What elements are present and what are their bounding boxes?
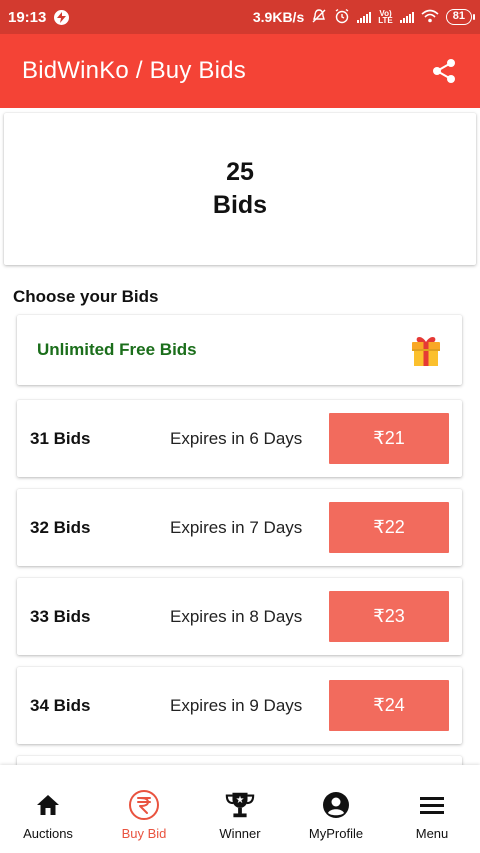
package-expiry: Expires in 9 Days [170,695,303,715]
nav-item-myprofile[interactable]: MyProfile [288,765,384,853]
wifi-icon [421,9,439,26]
package-name: 33 Bids [30,606,91,626]
package-expiry: Expires in 7 Days [170,517,303,537]
network-speed: 3.9KB/s [252,9,305,25]
package-name: 34 Bids [30,695,91,715]
nav-item-menu[interactable]: Menu [384,765,480,853]
package-name: 32 Bids [30,517,91,537]
trophy-icon [224,789,256,821]
package-expiry: Expires in 8 Days [170,606,303,626]
bid-balance-label: Bids [212,191,268,219]
status-right: 3.9KB/s Vo) LTE 81 [252,8,476,27]
free-bids-label: Unlimited Free Bids [37,340,197,359]
bid-packages-list: 31 Bids Expires in 6 Days ₹21 32 Bids Ex… [17,400,462,788]
data-saver-icon [54,9,70,25]
buy-price-button[interactable]: ₹21 [329,413,449,464]
page-title: BidWinKo / Buy Bids [22,57,246,84]
nav-item-auctions[interactable]: Auctions [0,765,96,853]
signal-icon [357,11,372,23]
bid-package-row: 34 Bids Expires in 9 Days ₹24 [17,667,462,744]
nav-label: Auctions [23,826,73,841]
share-button[interactable] [428,55,460,87]
bid-package-row: 32 Bids Expires in 7 Days ₹22 [17,489,462,566]
share-icon [433,59,455,83]
bid-package-row: 31 Bids Expires in 6 Days ₹21 [17,400,462,477]
nav-item-winner[interactable]: Winner [192,765,288,853]
volte-icon: Vo) LTE [378,9,393,25]
status-time: 19:13 [8,8,47,26]
bid-balance-card: 25 Bids [4,113,476,265]
profile-icon [320,789,352,821]
mute-icon [311,8,327,27]
rupee-icon [128,789,160,821]
gift-icon [412,337,440,366]
nav-item-buy-bid[interactable]: Buy Bid [96,765,192,853]
status-bar: 19:13 3.9KB/s Vo) LTE 81 [0,0,480,34]
nav-label: MyProfile [308,826,364,841]
nav-label: Winner [219,826,261,841]
bottom-nav: Auctions Buy Bid Winner MyProfile Menu [0,765,480,853]
bid-balance-count: 25 [226,158,254,186]
buy-price-button[interactable]: ₹24 [329,680,449,731]
status-left: 19:13 [8,8,70,26]
battery-indicator: 81 [445,9,476,25]
home-icon [32,789,64,821]
nav-label: Buy Bid [121,826,167,841]
section-heading: Choose your Bids [13,287,159,306]
nav-label: Menu [415,826,449,841]
signal-icon-2 [399,11,414,23]
buy-price-button[interactable]: ₹23 [329,591,449,642]
bid-package-row: 33 Bids Expires in 8 Days ₹23 [17,578,462,655]
alarm-icon [334,8,350,27]
menu-icon [416,789,448,821]
package-expiry: Expires in 6 Days [170,428,303,448]
free-bids-card[interactable]: Unlimited Free Bids [17,315,462,385]
buy-price-button[interactable]: ₹22 [329,502,449,553]
package-name: 31 Bids [30,428,91,448]
app-bar: BidWinKo / Buy Bids [0,34,480,108]
